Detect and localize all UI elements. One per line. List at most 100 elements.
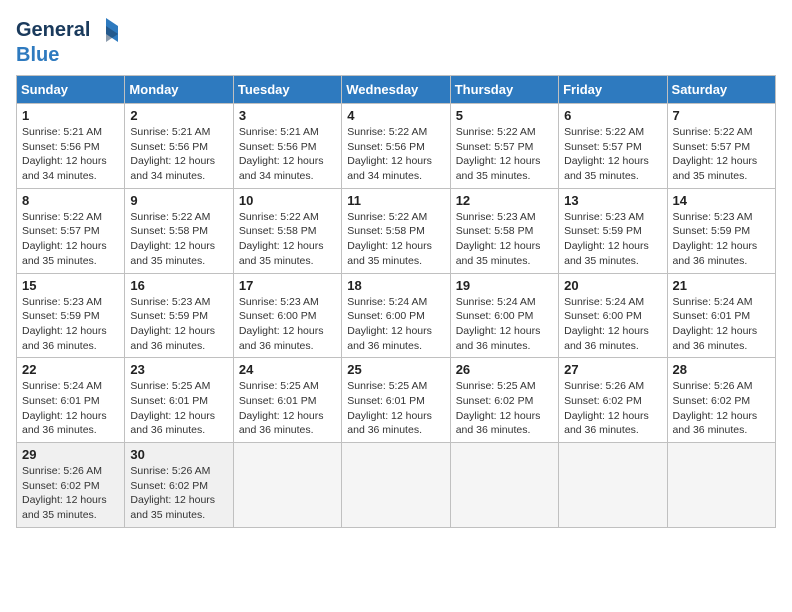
day-number: 16 xyxy=(130,278,227,293)
calendar-header-row: SundayMondayTuesdayWednesdayThursdayFrid… xyxy=(17,76,776,104)
calendar-week-1: 1 Sunrise: 5:21 AMSunset: 5:56 PMDaylight… xyxy=(17,104,776,189)
calendar-cell: 12Sunrise: 5:23 AMSunset: 5:58 PMDayligh… xyxy=(450,188,558,273)
day-number: 29 xyxy=(22,447,119,462)
calendar-cell: 2 Sunrise: 5:21 AMSunset: 5:56 PMDaylight… xyxy=(125,104,233,189)
day-info: Sunrise: 5:22 AMSunset: 5:58 PMDaylight:… xyxy=(130,210,227,269)
page-header: General Blue xyxy=(16,16,776,67)
day-number: 21 xyxy=(673,278,770,293)
calendar-week-2: 8 Sunrise: 5:22 AMSunset: 5:57 PMDaylight… xyxy=(17,188,776,273)
day-number: 8 xyxy=(22,193,119,208)
day-header-wednesday: Wednesday xyxy=(342,76,450,104)
calendar-cell: 19Sunrise: 5:24 AMSunset: 6:00 PMDayligh… xyxy=(450,273,558,358)
day-info: Sunrise: 5:26 AMSunset: 6:02 PMDaylight:… xyxy=(130,464,227,523)
day-info: Sunrise: 5:24 AMSunset: 6:00 PMDaylight:… xyxy=(456,295,553,354)
calendar-cell: 5 Sunrise: 5:22 AMSunset: 5:57 PMDaylight… xyxy=(450,104,558,189)
day-number: 25 xyxy=(347,362,444,377)
calendar-cell: 23Sunrise: 5:25 AMSunset: 6:01 PMDayligh… xyxy=(125,358,233,443)
calendar-cell: 13Sunrise: 5:23 AMSunset: 5:59 PMDayligh… xyxy=(559,188,667,273)
calendar-cell: 22 Sunrise: 5:24 AMSunset: 6:01 PMDayligh… xyxy=(17,358,125,443)
day-header-sunday: Sunday xyxy=(17,76,125,104)
day-info: Sunrise: 5:22 AMSunset: 5:58 PMDaylight:… xyxy=(239,210,336,269)
day-header-tuesday: Tuesday xyxy=(233,76,341,104)
day-info: Sunrise: 5:21 AMSunset: 5:56 PMDaylight:… xyxy=(22,125,119,184)
calendar-cell: 18Sunrise: 5:24 AMSunset: 6:00 PMDayligh… xyxy=(342,273,450,358)
day-number: 10 xyxy=(239,193,336,208)
logo: General Blue xyxy=(16,16,120,67)
day-info: Sunrise: 5:22 AMSunset: 5:58 PMDaylight:… xyxy=(347,210,444,269)
calendar-week-3: 15 Sunrise: 5:23 AMSunset: 5:59 PMDayligh… xyxy=(17,273,776,358)
day-number: 14 xyxy=(673,193,770,208)
calendar-cell: 9Sunrise: 5:22 AMSunset: 5:58 PMDaylight… xyxy=(125,188,233,273)
day-info: Sunrise: 5:21 AMSunset: 5:56 PMDaylight:… xyxy=(130,125,227,184)
calendar-cell: 3 Sunrise: 5:21 AMSunset: 5:56 PMDaylight… xyxy=(233,104,341,189)
day-info: Sunrise: 5:22 AMSunset: 5:57 PMDaylight:… xyxy=(673,125,770,184)
day-info: Sunrise: 5:24 AMSunset: 6:00 PMDaylight:… xyxy=(564,295,661,354)
day-number: 6 xyxy=(564,108,661,123)
logo-blue: Blue xyxy=(16,44,59,67)
day-number: 1 xyxy=(22,108,119,123)
calendar-cell: 29 Sunrise: 5:26 AMSunset: 6:02 PMDayligh… xyxy=(17,443,125,528)
logo-general: General xyxy=(16,19,90,42)
calendar-cell xyxy=(450,443,558,528)
day-number: 3 xyxy=(239,108,336,123)
day-info: Sunrise: 5:23 AMSunset: 6:00 PMDaylight:… xyxy=(239,295,336,354)
calendar-table: SundayMondayTuesdayWednesdayThursdayFrid… xyxy=(16,75,776,528)
day-number: 2 xyxy=(130,108,227,123)
day-number: 27 xyxy=(564,362,661,377)
calendar-cell: 17 Sunrise: 5:23 AMSunset: 6:00 PMDayligh… xyxy=(233,273,341,358)
day-number: 15 xyxy=(22,278,119,293)
day-info: Sunrise: 5:26 AMSunset: 6:02 PMDaylight:… xyxy=(673,379,770,438)
day-number: 5 xyxy=(456,108,553,123)
day-info: Sunrise: 5:23 AMSunset: 5:59 PMDaylight:… xyxy=(130,295,227,354)
calendar-cell: 7 Sunrise: 5:22 AMSunset: 5:57 PMDaylight… xyxy=(667,104,775,189)
day-info: Sunrise: 5:23 AMSunset: 5:59 PMDaylight:… xyxy=(22,295,119,354)
calendar-cell: 14 Sunrise: 5:23 AMSunset: 5:59 PMDayligh… xyxy=(667,188,775,273)
day-info: Sunrise: 5:22 AMSunset: 5:57 PMDaylight:… xyxy=(22,210,119,269)
day-number: 22 xyxy=(22,362,119,377)
day-number: 26 xyxy=(456,362,553,377)
calendar-cell: 15 Sunrise: 5:23 AMSunset: 5:59 PMDayligh… xyxy=(17,273,125,358)
calendar-cell: 6 Sunrise: 5:22 AMSunset: 5:57 PMDaylight… xyxy=(559,104,667,189)
calendar-cell: 27 Sunrise: 5:26 AMSunset: 6:02 PMDayligh… xyxy=(559,358,667,443)
day-number: 20 xyxy=(564,278,661,293)
day-info: Sunrise: 5:21 AMSunset: 5:56 PMDaylight:… xyxy=(239,125,336,184)
day-info: Sunrise: 5:24 AMSunset: 6:01 PMDaylight:… xyxy=(673,295,770,354)
day-number: 28 xyxy=(673,362,770,377)
calendar-cell: 30Sunrise: 5:26 AMSunset: 6:02 PMDayligh… xyxy=(125,443,233,528)
day-info: Sunrise: 5:25 AMSunset: 6:01 PMDaylight:… xyxy=(239,379,336,438)
calendar-cell: 16 Sunrise: 5:23 AMSunset: 5:59 PMDayligh… xyxy=(125,273,233,358)
day-info: Sunrise: 5:23 AMSunset: 5:59 PMDaylight:… xyxy=(673,210,770,269)
calendar-cell xyxy=(233,443,341,528)
day-info: Sunrise: 5:26 AMSunset: 6:02 PMDaylight:… xyxy=(22,464,119,523)
day-info: Sunrise: 5:22 AMSunset: 5:57 PMDaylight:… xyxy=(564,125,661,184)
day-info: Sunrise: 5:25 AMSunset: 6:02 PMDaylight:… xyxy=(456,379,553,438)
day-number: 23 xyxy=(130,362,227,377)
day-number: 7 xyxy=(673,108,770,123)
day-header-thursday: Thursday xyxy=(450,76,558,104)
day-info: Sunrise: 5:24 AMSunset: 6:00 PMDaylight:… xyxy=(347,295,444,354)
calendar-cell: 10 Sunrise: 5:22 AMSunset: 5:58 PMDayligh… xyxy=(233,188,341,273)
calendar-cell: 4Sunrise: 5:22 AMSunset: 5:56 PMDaylight… xyxy=(342,104,450,189)
calendar-cell: 26 Sunrise: 5:25 AMSunset: 6:02 PMDayligh… xyxy=(450,358,558,443)
day-header-saturday: Saturday xyxy=(667,76,775,104)
day-header-friday: Friday xyxy=(559,76,667,104)
calendar-cell: 1 Sunrise: 5:21 AMSunset: 5:56 PMDaylight… xyxy=(17,104,125,189)
calendar-cell: 28 Sunrise: 5:26 AMSunset: 6:02 PMDayligh… xyxy=(667,358,775,443)
calendar-cell: 20 Sunrise: 5:24 AMSunset: 6:00 PMDayligh… xyxy=(559,273,667,358)
day-header-monday: Monday xyxy=(125,76,233,104)
day-number: 24 xyxy=(239,362,336,377)
day-info: Sunrise: 5:23 AMSunset: 5:58 PMDaylight:… xyxy=(456,210,553,269)
day-info: Sunrise: 5:24 AMSunset: 6:01 PMDaylight:… xyxy=(22,379,119,438)
logo-shape xyxy=(92,16,120,44)
calendar-week-4: 22 Sunrise: 5:24 AMSunset: 6:01 PMDayligh… xyxy=(17,358,776,443)
day-info: Sunrise: 5:22 AMSunset: 5:57 PMDaylight:… xyxy=(456,125,553,184)
day-info: Sunrise: 5:26 AMSunset: 6:02 PMDaylight:… xyxy=(564,379,661,438)
calendar-cell xyxy=(667,443,775,528)
calendar-cell xyxy=(559,443,667,528)
day-info: Sunrise: 5:23 AMSunset: 5:59 PMDaylight:… xyxy=(564,210,661,269)
day-number: 17 xyxy=(239,278,336,293)
calendar-cell: 25Sunrise: 5:25 AMSunset: 6:01 PMDayligh… xyxy=(342,358,450,443)
day-number: 4 xyxy=(347,108,444,123)
calendar-week-5: 29 Sunrise: 5:26 AMSunset: 6:02 PMDayligh… xyxy=(17,443,776,528)
calendar-cell: 8 Sunrise: 5:22 AMSunset: 5:57 PMDaylight… xyxy=(17,188,125,273)
